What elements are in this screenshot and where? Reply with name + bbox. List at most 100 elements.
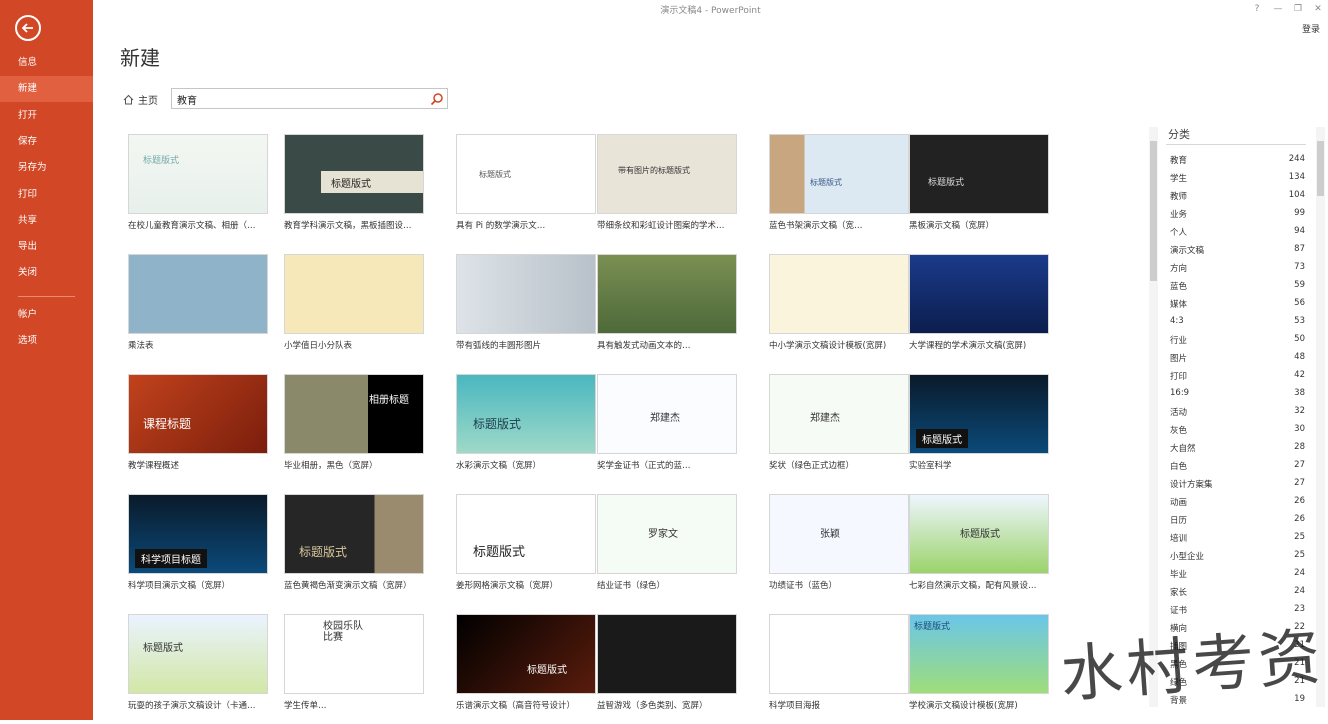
template-thumbnail[interactable]: 郑建杰 [597, 374, 737, 454]
template-thumbnail[interactable]: 课程标题 [128, 374, 268, 454]
template-tile[interactable]: 标题版式 蓝色书架演示文稿（宽… [769, 134, 919, 244]
template-thumbnail[interactable] [769, 614, 909, 694]
template-thumbnail[interactable] [284, 254, 424, 334]
template-tile[interactable]: 课程标题 教学课程概述 [128, 374, 278, 484]
template-tile[interactable]: 标题版式 实验室科学 [909, 374, 1059, 484]
template-tile[interactable]: 科学项目标题 科学项目演示文稿（宽屏） [128, 494, 278, 604]
category-item[interactable]: 证书 23 [1170, 604, 1305, 622]
nav-share[interactable]: 共享 [0, 208, 93, 234]
template-thumbnail[interactable] [597, 614, 737, 694]
category-item[interactable]: 黑色 21 [1170, 658, 1305, 676]
template-tile[interactable]: 校园乐队比赛 学生传单… [284, 614, 434, 724]
template-tile[interactable]: 标题版式 黑板演示文稿（宽屏） [909, 134, 1059, 244]
back-arrow-icon[interactable] [15, 15, 41, 41]
category-item[interactable]: 白色 27 [1170, 460, 1305, 478]
search-input[interactable]: 教育 [171, 88, 448, 109]
template-thumbnail[interactable]: 罗家文 [597, 494, 737, 574]
category-item[interactable]: 插图 21 [1170, 640, 1305, 658]
category-scrollbar[interactable] [1316, 127, 1325, 707]
template-thumbnail[interactable] [597, 254, 737, 334]
template-thumbnail[interactable]: 标题版式 [769, 134, 909, 214]
template-tile[interactable]: 标题版式 蓝色黄褐色渐变演示文稿（宽屏） [284, 494, 434, 604]
category-item[interactable]: 个人 94 [1170, 226, 1305, 244]
gallery-scroll-thumb[interactable] [1150, 141, 1157, 281]
template-thumbnail[interactable]: 校园乐队比赛 [284, 614, 424, 694]
template-tile[interactable]: 标题版式 水彩演示文稿（宽屏） [456, 374, 606, 484]
template-tile[interactable]: 标题版式 在校儿童教育演示文稿、相册（… [128, 134, 278, 244]
template-thumbnail[interactable]: 郑建杰 [769, 374, 909, 454]
template-tile[interactable]: 带有弧线的丰圆形图片 [456, 254, 606, 364]
category-item[interactable]: 学生 134 [1170, 172, 1305, 190]
template-tile[interactable]: 标题版式 七彩自然演示文稿，配有风景设… [909, 494, 1059, 604]
category-item[interactable]: 16:9 38 [1170, 388, 1305, 406]
nav-account[interactable]: 帐户 [0, 302, 93, 328]
category-item[interactable]: 行业 50 [1170, 334, 1305, 352]
template-thumbnail[interactable]: 带有图片的标题版式 [597, 134, 737, 214]
category-item[interactable]: 小型企业 25 [1170, 550, 1305, 568]
template-thumbnail[interactable] [769, 254, 909, 334]
category-item[interactable]: 活动 32 [1170, 406, 1305, 424]
template-tile[interactable]: 郑建杰 奖学金证书（正式的蓝… [597, 374, 747, 484]
template-thumbnail[interactable]: 标题版式 [909, 374, 1049, 454]
template-thumbnail[interactable]: 标题版式 [456, 614, 596, 694]
template-tile[interactable]: 中小学演示文稿设计模板(宽屏) [769, 254, 919, 364]
template-thumbnail[interactable] [456, 254, 596, 334]
category-item[interactable]: 动画 26 [1170, 496, 1305, 514]
template-tile[interactable]: 标题版式 学校演示文稿设计模板(宽屏) [909, 614, 1059, 724]
nav-save[interactable]: 保存 [0, 129, 93, 155]
category-item[interactable]: 方向 73 [1170, 262, 1305, 280]
template-thumbnail[interactable]: 标题版式 [909, 494, 1049, 574]
template-thumbnail[interactable] [128, 254, 268, 334]
nav-save-as[interactable]: 另存为 [0, 155, 93, 181]
template-tile[interactable]: 标题版式 具有 Pi 的数学演示文… [456, 134, 606, 244]
home-link[interactable]: 主页 [123, 92, 158, 107]
gallery-scrollbar[interactable] [1149, 127, 1158, 707]
category-item[interactable]: 蓝色 59 [1170, 280, 1305, 298]
template-thumbnail[interactable]: 标题版式 [284, 134, 424, 214]
template-tile[interactable]: 小学值日小分队表 [284, 254, 434, 364]
category-scroll-thumb[interactable] [1317, 141, 1324, 196]
template-thumbnail[interactable]: 张颖 [769, 494, 909, 574]
template-thumbnail[interactable]: 科学项目标题 [128, 494, 268, 574]
template-thumbnail[interactable]: 标题版式 [284, 494, 424, 574]
category-item[interactable]: 毕业 24 [1170, 568, 1305, 586]
template-tile[interactable]: 乘法表 [128, 254, 278, 364]
category-item[interactable]: 4:3 53 [1170, 316, 1305, 334]
category-item[interactable]: 图片 48 [1170, 352, 1305, 370]
category-item[interactable]: 培训 25 [1170, 532, 1305, 550]
template-tile[interactable]: 大学课程的学术演示文稿(宽屏) [909, 254, 1059, 364]
category-item[interactable]: 大自然 28 [1170, 442, 1305, 460]
template-tile[interactable]: 张颖 功绩证书（蓝色） [769, 494, 919, 604]
template-tile[interactable]: 科学项目海报 [769, 614, 919, 724]
nav-export[interactable]: 导出 [0, 234, 93, 260]
category-item[interactable]: 业务 99 [1170, 208, 1305, 226]
category-item[interactable]: 演示文稿 87 [1170, 244, 1305, 262]
template-tile[interactable]: 标题版式 教育学科演示文稿，黑板插图设… [284, 134, 434, 244]
nav-new[interactable]: 新建 [0, 76, 93, 102]
nav-info[interactable]: 信息 [0, 50, 93, 76]
category-item[interactable]: 教师 104 [1170, 190, 1305, 208]
category-item[interactable]: 家长 24 [1170, 586, 1305, 604]
search-icon[interactable] [430, 92, 444, 106]
category-item[interactable]: 背景 19 [1170, 694, 1305, 712]
template-tile[interactable]: 罗家文 结业证书（绿色） [597, 494, 747, 604]
template-tile[interactable]: 标题版式 玩耍的孩子演示文稿设计（卡通… [128, 614, 278, 724]
category-item[interactable]: 日历 26 [1170, 514, 1305, 532]
template-tile[interactable]: 郑建杰 奖状（绿色正式边框） [769, 374, 919, 484]
nav-close[interactable]: 关闭 [0, 260, 93, 286]
template-tile[interactable]: 具有触发式动画文本的… [597, 254, 747, 364]
template-tile[interactable]: 相册标题 毕业相册，黑色（宽屏） [284, 374, 434, 484]
template-thumbnail[interactable] [909, 254, 1049, 334]
template-thumbnail[interactable]: 标题版式 [909, 614, 1049, 694]
nav-options[interactable]: 选项 [0, 328, 93, 354]
category-item[interactable]: 横向 22 [1170, 622, 1305, 640]
template-thumbnail[interactable]: 标题版式 [128, 134, 268, 214]
category-item[interactable]: 打印 42 [1170, 370, 1305, 388]
template-tile[interactable]: 标题版式 乐谱演示文稿（高音符号设计） [456, 614, 606, 724]
template-thumbnail[interactable]: 标题版式 [456, 134, 596, 214]
template-thumbnail[interactable]: 相册标题 [284, 374, 424, 454]
category-item[interactable]: 灰色 30 [1170, 424, 1305, 442]
category-item[interactable]: 教育 244 [1170, 154, 1305, 172]
category-item[interactable]: 媒体 56 [1170, 298, 1305, 316]
template-thumbnail[interactable]: 标题版式 [456, 374, 596, 454]
